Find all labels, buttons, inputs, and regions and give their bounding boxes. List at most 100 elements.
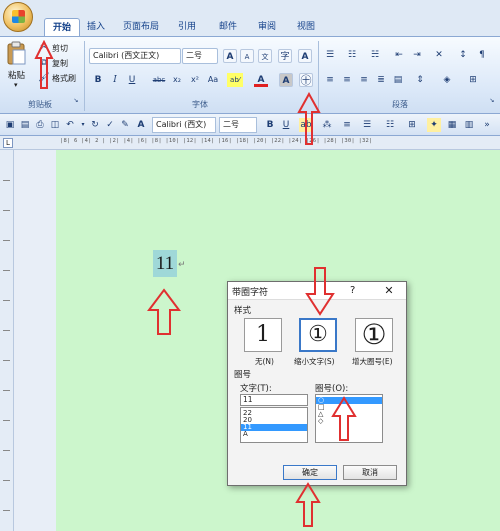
qat-chart-icon[interactable]: ▥ (462, 118, 476, 132)
annotation-up-arrow-icon (331, 396, 357, 441)
decrease-indent-icon[interactable]: ⇤ (392, 48, 406, 62)
tab-view[interactable]: 视图 (292, 18, 320, 36)
qat-more-icon[interactable]: » (480, 118, 494, 132)
paste-icon (7, 41, 26, 65)
qat-bold-icon[interactable]: B (263, 118, 277, 132)
align-center-icon[interactable]: ≡ (340, 73, 354, 87)
draw-icon[interactable]: ✎ (118, 118, 132, 132)
tab-home[interactable]: 开始 (44, 18, 80, 36)
change-case-icon[interactable]: Aa (206, 73, 220, 87)
redo-icon[interactable]: ↻ (88, 118, 102, 132)
spelling-icon[interactable]: ✓ (103, 118, 117, 132)
qat-font-size-combo[interactable]: 二号 (219, 117, 257, 133)
show-marks-icon[interactable]: ¶ (475, 48, 489, 62)
cut-label[interactable]: 剪切 (52, 43, 68, 54)
ruler-mark (3, 270, 10, 271)
horizontal-ruler[interactable]: L |8| 6 |4| 2 | |2| |4| |6| |8| |10| |12… (0, 136, 500, 150)
subscript-icon[interactable]: x₂ (170, 73, 184, 87)
numbering-icon[interactable]: ☷ (345, 48, 359, 62)
highlight-icon[interactable]: ab⁄ (227, 73, 243, 87)
qat-borders-icon[interactable]: ⊞ (405, 118, 419, 132)
line-spacing-icon[interactable]: ⇕ (413, 73, 427, 87)
qat-format-icon[interactable]: ⁂ (320, 118, 334, 132)
vertical-ruler[interactable] (0, 150, 14, 531)
close-button[interactable]: ✕ (380, 283, 398, 299)
bullets-icon[interactable]: ☰ (323, 48, 337, 62)
qat-table-icon[interactable]: ▦ (445, 118, 459, 132)
clear-format-icon[interactable]: 文 (258, 49, 272, 63)
save-icon[interactable]: ▣ (3, 118, 17, 132)
qat-font-name-combo[interactable]: Calibri (西文) (152, 117, 216, 133)
ruler-mark (3, 330, 10, 331)
style-enlarge-caption[interactable]: 增大圈号(E) (352, 356, 393, 367)
tab-mailings[interactable]: 邮件 (214, 18, 242, 36)
superscript-icon[interactable]: x² (188, 73, 202, 87)
increase-indent-icon[interactable]: ⇥ (410, 48, 424, 62)
qat-align-icon[interactable]: ≡ (340, 118, 354, 132)
tab-review[interactable]: 审阅 (253, 18, 281, 36)
tab-insert[interactable]: 插入 (82, 18, 110, 36)
print-preview-icon[interactable]: ◫ (48, 118, 62, 132)
selected-text[interactable]: 11 (153, 250, 177, 277)
paste-button[interactable] (6, 41, 28, 67)
shading-icon[interactable]: ◈ (440, 73, 454, 87)
office-button[interactable] (3, 2, 33, 32)
paragraph-launcher-icon[interactable]: ↘ (488, 97, 496, 105)
style-enlarge-circle-option[interactable]: ① (355, 318, 393, 352)
paste-dropdown-icon[interactable]: ▾ (14, 81, 18, 89)
paste-label[interactable]: 粘贴 (8, 69, 25, 81)
open-icon[interactable]: ▤ (18, 118, 32, 132)
paragraph-mark: ↵ (178, 260, 186, 270)
phonetic-guide-icon[interactable]: 字 (278, 49, 292, 63)
char-shading-icon[interactable]: A (279, 73, 293, 87)
help-button[interactable]: ? (350, 285, 355, 296)
align-right-icon[interactable]: ≡ (357, 73, 371, 87)
justify-icon[interactable]: ≣ (374, 73, 388, 87)
text-list-item-selected[interactable]: 11 (241, 424, 307, 431)
ok-button[interactable]: 确定 (283, 465, 337, 480)
text-list-item[interactable]: A (241, 431, 307, 438)
ruler-mark (3, 510, 10, 511)
italic-icon[interactable]: I (108, 73, 122, 87)
undo-icon[interactable]: ↶ (63, 118, 77, 132)
shrink-font-icon[interactable]: A (240, 49, 254, 63)
qat-underline-icon[interactable]: U (279, 118, 293, 132)
tab-page-layout[interactable]: 页面布局 (117, 18, 165, 36)
style-none-option[interactable]: 1 (244, 318, 282, 352)
clipboard-launcher-icon[interactable]: ↘ (72, 97, 80, 105)
ruler-mark (3, 390, 10, 391)
chinese-layout-icon[interactable]: ✕ (432, 48, 446, 62)
distribute-icon[interactable]: ▤ (391, 73, 405, 87)
text-input[interactable]: 11 (240, 394, 308, 406)
office-logo-icon (12, 10, 25, 23)
borders-icon[interactable]: ⊞ (466, 73, 480, 87)
style-shrink-caption[interactable]: 缩小文字(S) (294, 356, 335, 367)
font-color-icon[interactable]: A (254, 73, 268, 87)
tab-selector[interactable]: L (3, 138, 13, 148)
char-border-icon[interactable]: A (298, 49, 312, 63)
font-size-combo[interactable]: 二号 (182, 48, 218, 64)
tab-references[interactable]: 引用 (173, 18, 201, 36)
align-left-icon[interactable]: ≡ (323, 73, 337, 87)
qat-list-icon[interactable]: ☷ (383, 118, 397, 132)
sort-icon[interactable]: ↕ (456, 48, 470, 62)
qat-style-icon[interactable]: ✦ (427, 118, 441, 132)
strikethrough-icon[interactable]: abc (150, 73, 168, 87)
circle-section-label: 圈号 (234, 370, 252, 380)
annotation-up-arrow-icon (295, 482, 321, 527)
print-icon[interactable]: ⎙ (33, 118, 47, 132)
underline-icon[interactable]: U (125, 73, 139, 87)
style-none-caption[interactable]: 无(N) (255, 356, 274, 367)
copy-label[interactable]: 复制 (52, 58, 68, 69)
format-painter-label[interactable]: 格式刷 (52, 73, 76, 84)
qat-bullets-icon[interactable]: ☰ (360, 118, 374, 132)
text-list[interactable]: 22 20 11 A (240, 407, 308, 443)
grow-font-icon[interactable]: A (223, 49, 237, 63)
style-shrink-text-option[interactable]: ① (299, 318, 337, 352)
font-name-combo[interactable]: Calibri (西文正文) (89, 48, 181, 64)
cancel-button[interactable]: 取消 (343, 465, 397, 480)
font-a-icon[interactable]: A (134, 118, 148, 132)
enclose-characters-icon[interactable]: ㊉ (299, 73, 313, 87)
multilevel-list-icon[interactable]: ☵ (368, 48, 382, 62)
bold-icon[interactable]: B (91, 73, 105, 87)
